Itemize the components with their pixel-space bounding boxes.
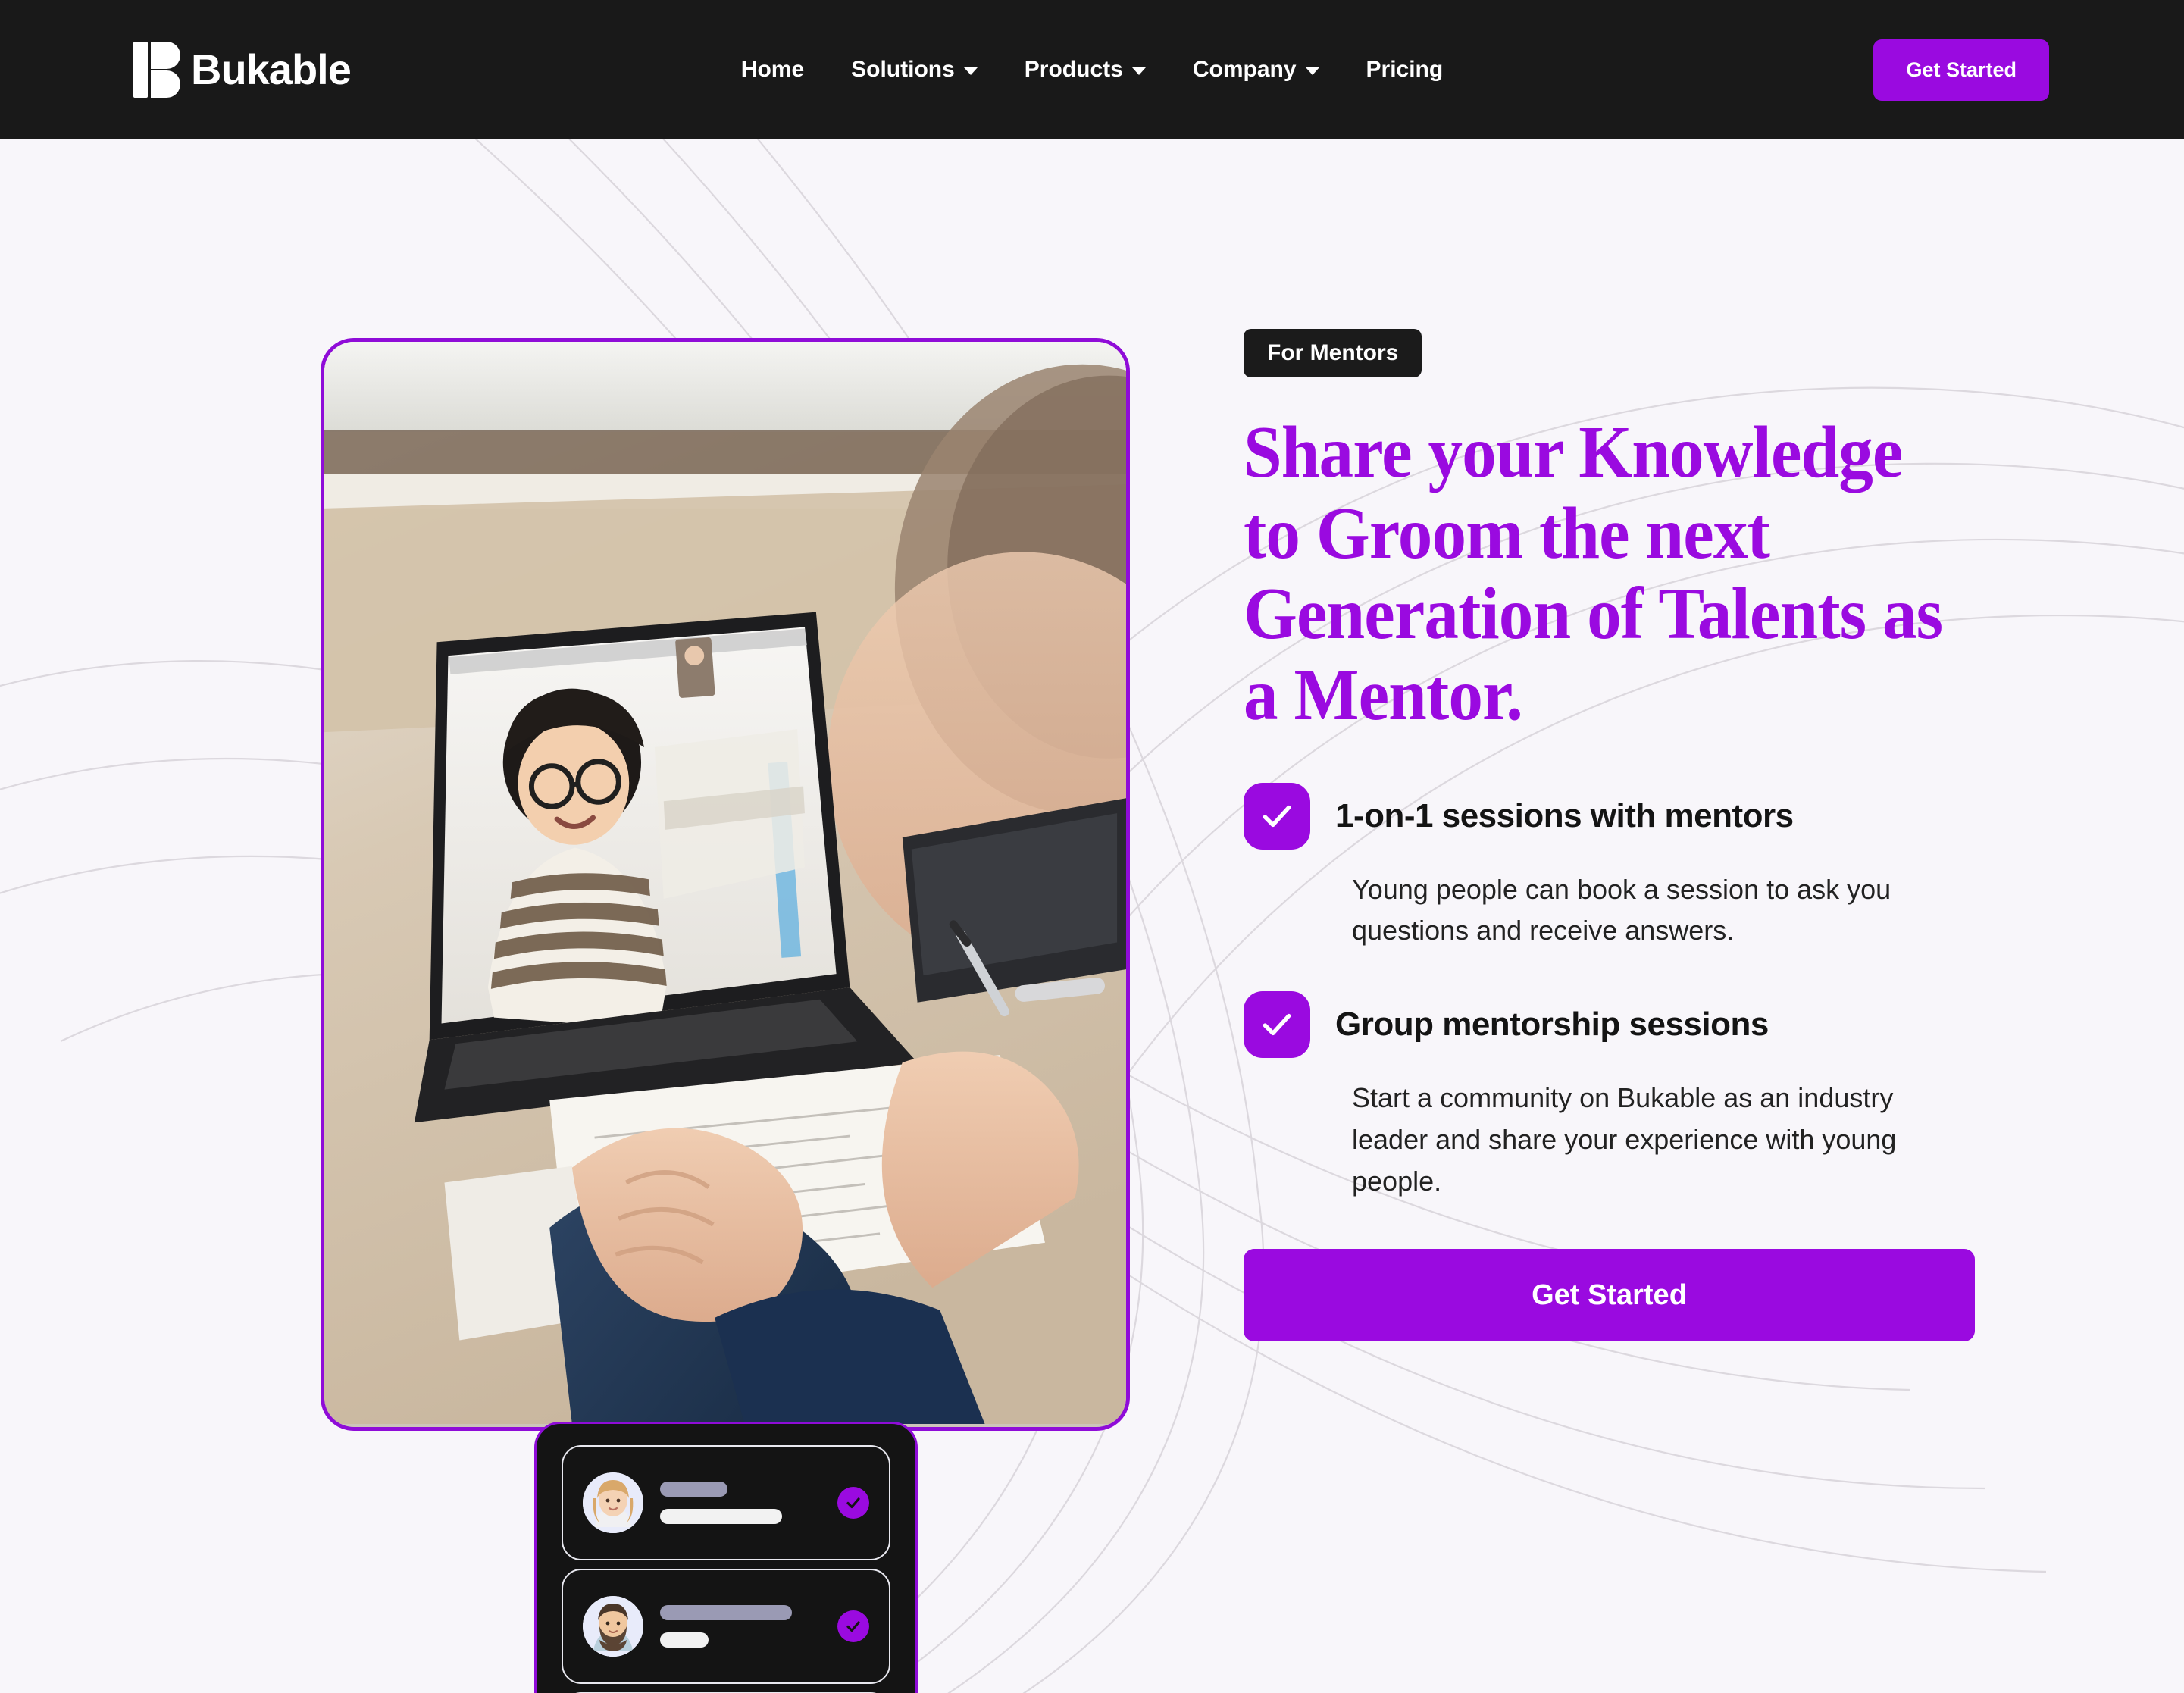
mentor-row-placeholder-lines bbox=[660, 1605, 821, 1648]
feature-item-sessions: 1-on-1 sessions with mentors Young peopl… bbox=[1244, 782, 2017, 952]
feature-description: Start a community on Bukable as an indus… bbox=[1352, 1082, 1897, 1197]
page-title: Share your Knowledge to Groom the next G… bbox=[1244, 412, 1943, 736]
hero-visual bbox=[321, 338, 1130, 1693]
hero-photo-card bbox=[321, 338, 1130, 1431]
mentor-row[interactable] bbox=[562, 1569, 890, 1684]
top-navigation-bar: Bukable Home Solutions Products Company … bbox=[0, 0, 2184, 139]
nav-item-pricing[interactable]: Pricing bbox=[1366, 57, 1444, 83]
feature-list: 1-on-1 sessions with mentors Young peopl… bbox=[1244, 782, 2017, 1203]
nav-item-home[interactable]: Home bbox=[741, 57, 804, 83]
avatar-woman-blonde bbox=[583, 1472, 643, 1533]
video-call-mentoring-photo bbox=[324, 342, 1126, 1425]
feature-title: Group mentorship sessions bbox=[1335, 1006, 1769, 1044]
for-mentors-badge: For Mentors bbox=[1244, 329, 1422, 377]
hero-get-started-button[interactable]: Get Started bbox=[1244, 1249, 1975, 1342]
check-icon bbox=[1244, 991, 1310, 1059]
feature-item-group: Group mentorship sessions Start a commun… bbox=[1244, 991, 2017, 1202]
nav-item-pricing-label: Pricing bbox=[1366, 57, 1444, 82]
nav-item-company[interactable]: Company bbox=[1193, 57, 1319, 83]
check-icon bbox=[846, 1497, 860, 1509]
hero-section: For Mentors Share your Knowledge to Groo… bbox=[0, 139, 2184, 1693]
chevron-down-icon bbox=[1305, 67, 1319, 75]
feature-title: 1-on-1 sessions with mentors bbox=[1335, 796, 1794, 834]
mentor-list-card bbox=[534, 1422, 918, 1693]
nav-item-solutions[interactable]: Solutions bbox=[851, 57, 978, 83]
status-badge-checked[interactable] bbox=[837, 1487, 869, 1519]
nav-item-products[interactable]: Products bbox=[1025, 57, 1146, 83]
hero-content: For Mentors Share your Knowledge to Groo… bbox=[1244, 329, 2017, 1342]
nav-item-products-label: Products bbox=[1024, 57, 1123, 82]
nav-get-started-button[interactable]: Get Started bbox=[1873, 39, 2049, 101]
nav-item-home-label: Home bbox=[740, 57, 805, 82]
nav-item-solutions-label: Solutions bbox=[851, 57, 955, 82]
check-icon bbox=[846, 1621, 860, 1632]
check-icon bbox=[1244, 782, 1310, 850]
mentor-row-placeholder-lines bbox=[660, 1482, 821, 1524]
nav-item-company-label: Company bbox=[1192, 57, 1297, 82]
feature-description: Young people can book a session to ask y… bbox=[1352, 873, 1891, 947]
mentor-row[interactable] bbox=[562, 1445, 890, 1560]
status-badge-checked[interactable] bbox=[837, 1610, 869, 1642]
chevron-down-icon bbox=[1131, 67, 1146, 75]
chevron-down-icon bbox=[963, 67, 978, 75]
avatar-man-beard bbox=[583, 1596, 643, 1657]
main-nav-links: Home Solutions Products Company Pricing bbox=[0, 57, 2184, 83]
